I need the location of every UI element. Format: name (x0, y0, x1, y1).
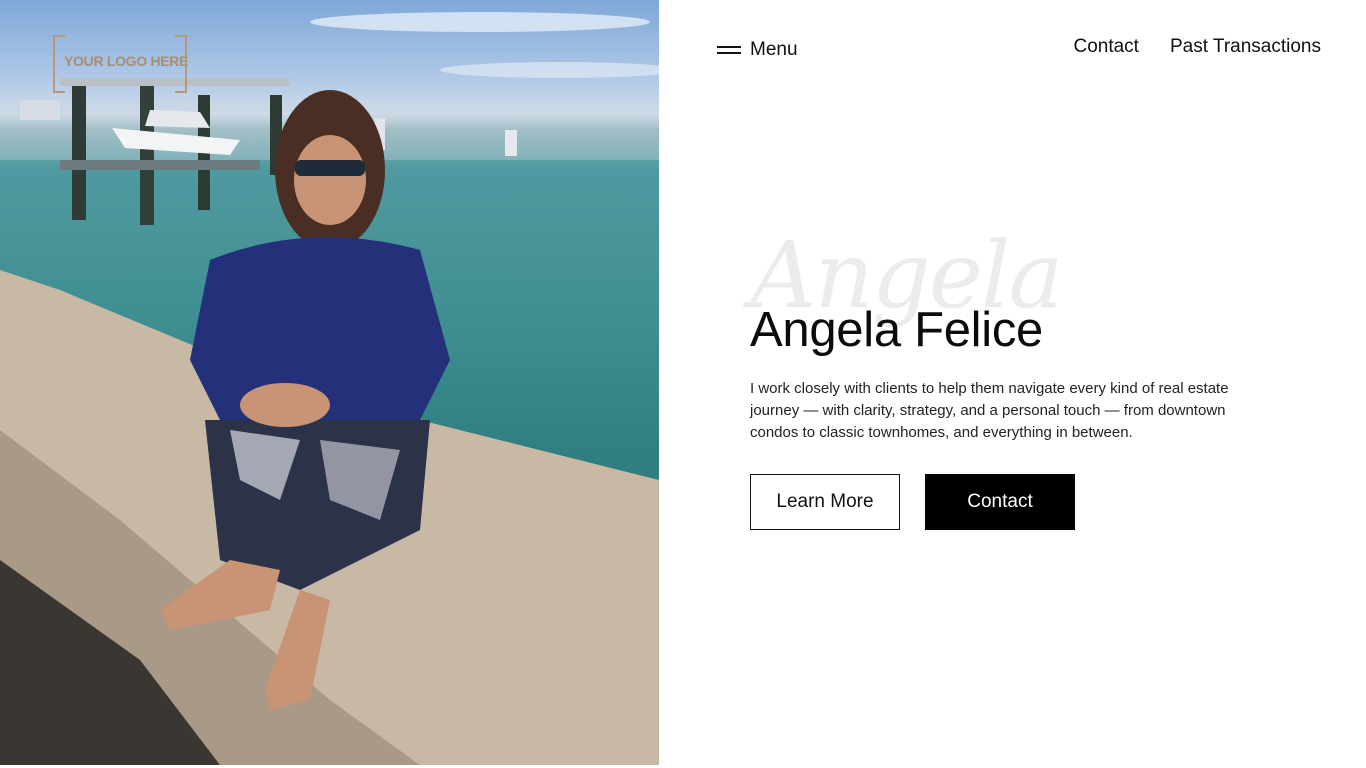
contact-button[interactable]: Contact (925, 474, 1075, 530)
top-navigation: Menu Contact Past Transactions (659, 0, 1366, 100)
nav-link-past-transactions[interactable]: Past Transactions (1170, 36, 1321, 58)
menu-label: Menu (750, 39, 798, 60)
hero-photo: YOUR LOGO HERE (0, 0, 659, 765)
learn-more-button[interactable]: Learn More (750, 474, 900, 530)
menu-button[interactable]: Menu (717, 36, 798, 64)
nav-links: Contact Past Transactions (1073, 36, 1321, 58)
hamburger-icon (717, 45, 741, 55)
agent-description: I work closely with clients to help them… (750, 380, 1229, 441)
nav-link-contact[interactable]: Contact (1073, 36, 1138, 58)
waterfront-scene (0, 12, 659, 765)
logo-text: YOUR LOGO HERE (64, 53, 189, 69)
agent-name-heading: Angela Felice (750, 303, 1043, 357)
site-logo[interactable]: YOUR LOGO HERE (53, 35, 189, 93)
cta-buttons: Learn More Contact (750, 474, 1075, 530)
